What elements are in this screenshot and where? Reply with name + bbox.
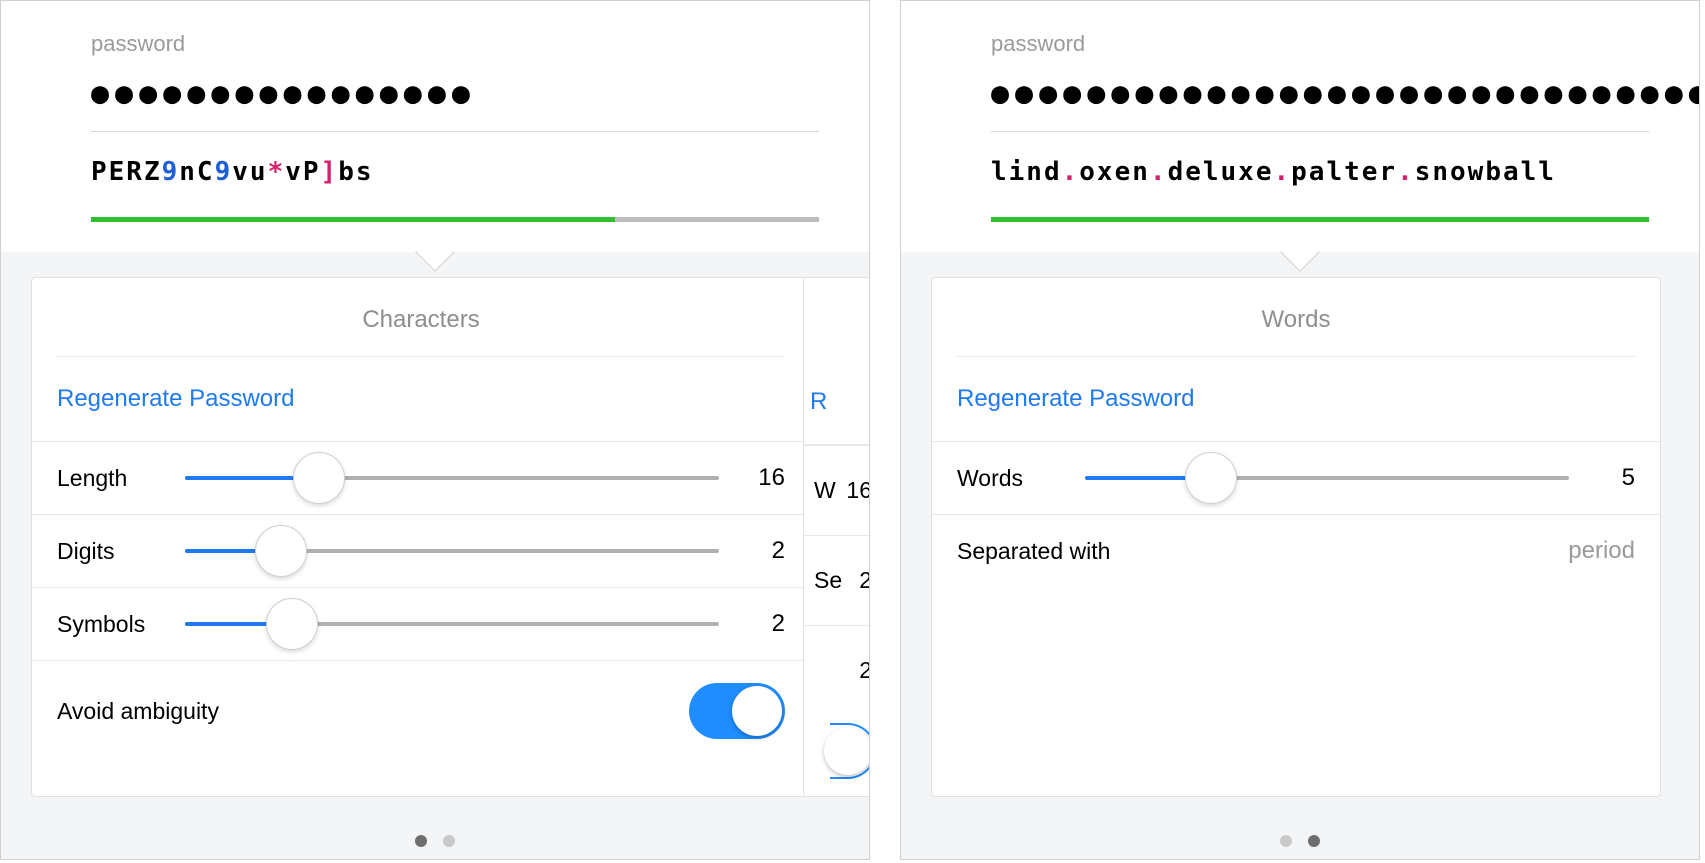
password-field-label: password xyxy=(1,1,869,61)
toggle-peek[interactable] xyxy=(830,723,870,779)
slider-handle[interactable] xyxy=(255,525,307,577)
characters-card: Characters Regenerate Password Length 16… xyxy=(31,277,811,797)
words-value: 5 xyxy=(1587,464,1635,492)
slider-handle[interactable] xyxy=(266,598,318,650)
strength-meter-fill xyxy=(991,217,1649,222)
strength-meter xyxy=(991,217,1649,222)
password-plaintext: PERZ9nC9vu*vP]bs xyxy=(1,132,869,217)
digits-row: Digits 2 xyxy=(32,515,810,588)
words-card: Words Regenerate Password Words 5 Separa… xyxy=(931,277,1661,797)
slider-handle[interactable] xyxy=(293,452,345,504)
symbols-slider[interactable] xyxy=(185,622,719,626)
digits-slider[interactable] xyxy=(185,549,719,553)
generator-tray: Characters Regenerate Password Length 16… xyxy=(1,252,869,860)
length-label: Length xyxy=(57,465,167,492)
words-slider[interactable] xyxy=(1085,476,1569,480)
password-plaintext: lind.oxen.deluxe.palter.snowball xyxy=(901,132,1699,217)
generator-tray: Words Regenerate Password Words 5 Separa… xyxy=(901,252,1699,860)
words-card-peek[interactable]: R W16Se22 xyxy=(803,277,870,797)
popover-notch-icon xyxy=(415,232,455,272)
page-indicator[interactable] xyxy=(415,835,455,847)
ambiguity-label: Avoid ambiguity xyxy=(57,698,219,725)
password-mask: ●●●●●●●●●●●●●●●● xyxy=(1,61,869,131)
regenerate-button[interactable]: Regenerate Password xyxy=(932,357,1660,442)
words-label: Words xyxy=(957,465,1067,492)
page-dot-1[interactable] xyxy=(415,835,427,847)
ambiguity-toggle[interactable] xyxy=(689,683,785,739)
page-dot-2[interactable] xyxy=(443,835,455,847)
words-row: Words 5 xyxy=(932,442,1660,515)
length-row: Length 16 xyxy=(32,442,810,515)
symbols-value: 2 xyxy=(737,610,785,638)
password-mask: ●●●●●●●●●●●●●●●●●●●●●●●●●●●●●●●● xyxy=(901,61,1699,131)
page-dot-2[interactable] xyxy=(1308,835,1320,847)
separator-label: Separated with xyxy=(957,538,1110,565)
page-indicator[interactable] xyxy=(1280,835,1320,847)
symbols-label: Symbols xyxy=(57,611,167,638)
toggle-knob xyxy=(732,686,782,736)
digits-value: 2 xyxy=(737,537,785,565)
card-title: Characters xyxy=(57,278,785,357)
strength-meter-fill xyxy=(91,217,615,222)
length-slider[interactable] xyxy=(185,476,719,480)
digits-label: Digits xyxy=(57,538,167,565)
page-dot-1[interactable] xyxy=(1280,835,1292,847)
card-title: Words xyxy=(957,278,1635,357)
words-generator-panel: password ●●●●●●●●●●●●●●●●●●●●●●●●●●●●●●●… xyxy=(900,0,1700,860)
ambiguity-row: Avoid ambiguity xyxy=(32,661,810,761)
regenerate-button-peek[interactable]: R xyxy=(804,358,870,445)
length-value: 16 xyxy=(737,464,785,492)
separator-value: period xyxy=(1568,537,1635,565)
popover-notch-icon xyxy=(1280,232,1320,272)
strength-meter xyxy=(91,217,819,222)
symbols-row: Symbols 2 xyxy=(32,588,810,661)
slider-handle[interactable] xyxy=(1185,452,1237,504)
password-field-label: password xyxy=(901,1,1699,61)
characters-generator-panel: password ●●●●●●●●●●●●●●●● PERZ9nC9vu*vP]… xyxy=(0,0,870,860)
separator-row[interactable]: Separated with period xyxy=(932,515,1660,587)
regenerate-button[interactable]: Regenerate Password xyxy=(32,357,810,442)
